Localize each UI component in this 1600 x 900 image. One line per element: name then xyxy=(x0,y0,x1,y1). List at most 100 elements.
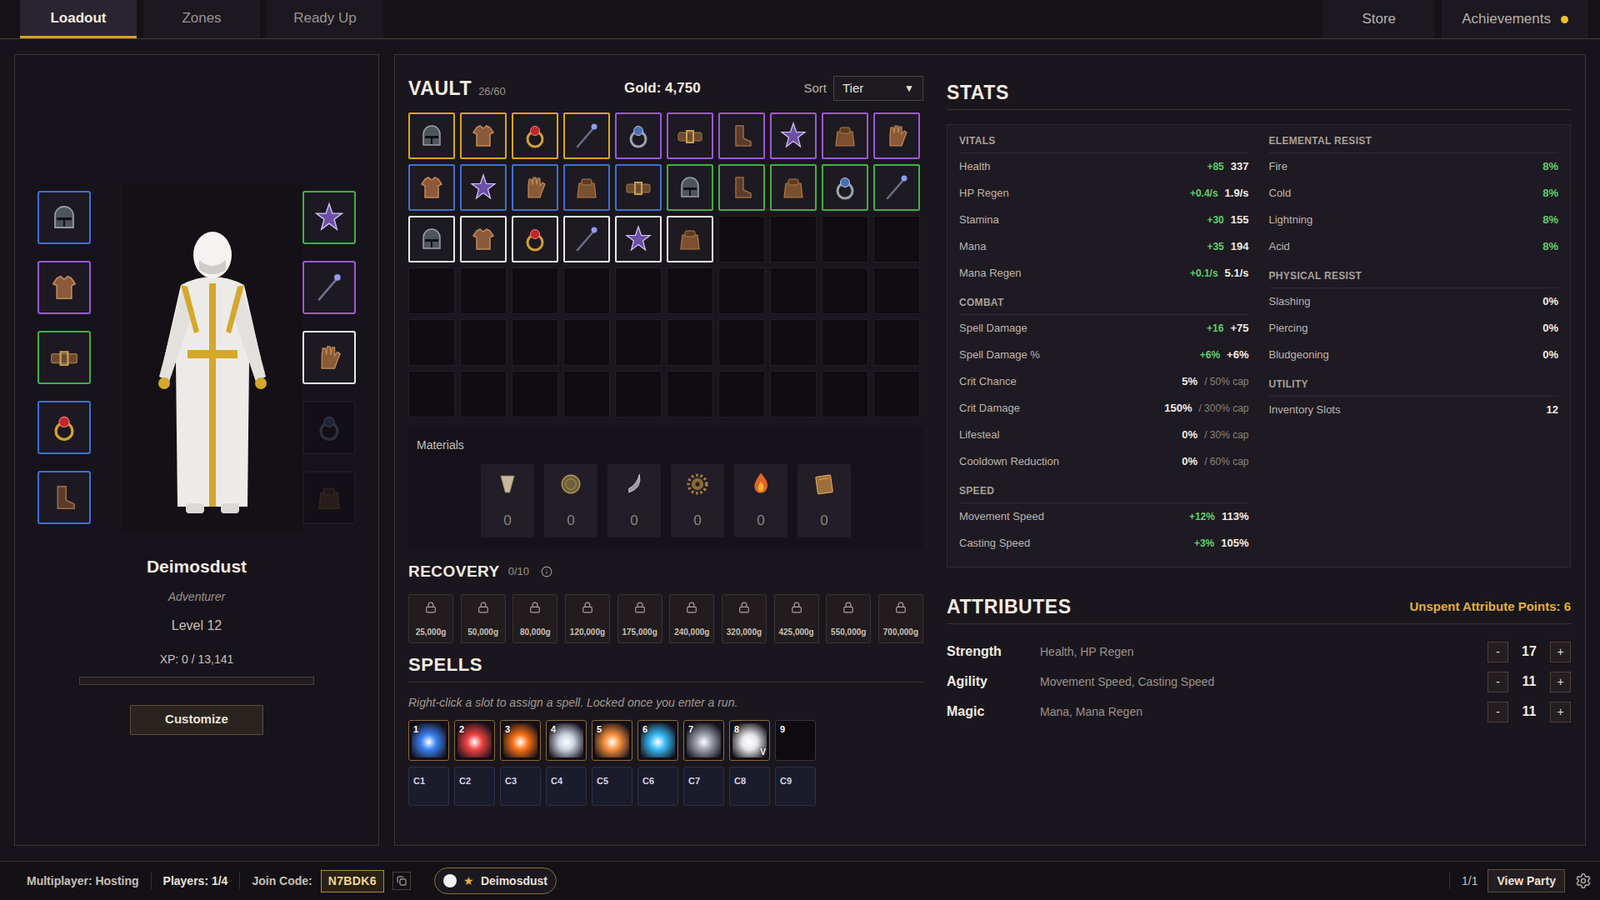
vault-item[interactable] xyxy=(666,215,714,263)
recovery-slot[interactable]: 120,000g xyxy=(565,594,610,644)
empty-vault-slot[interactable] xyxy=(873,319,920,366)
equip-slot[interactable] xyxy=(302,190,356,245)
empty-vault-slot[interactable] xyxy=(460,370,507,418)
empty-vault-slot[interactable] xyxy=(563,319,610,366)
empty-vault-slot[interactable] xyxy=(770,370,817,418)
recovery-slot[interactable]: 550,000g xyxy=(825,594,871,644)
equip-slot[interactable] xyxy=(302,330,356,385)
decrease-button[interactable]: - xyxy=(1487,671,1509,693)
combo-slot[interactable]: C3 xyxy=(500,766,541,806)
vault-item[interactable] xyxy=(563,215,610,263)
equip-slot[interactable] xyxy=(37,260,91,315)
empty-vault-slot[interactable] xyxy=(873,267,920,315)
empty-vault-slot[interactable] xyxy=(615,319,662,366)
combo-slot[interactable]: C9 xyxy=(775,766,816,806)
nav-tab[interactable]: Ready Up xyxy=(266,0,384,39)
empty-vault-slot[interactable] xyxy=(615,370,662,418)
nav-tab[interactable]: Zones xyxy=(143,0,260,39)
vault-item[interactable] xyxy=(615,164,662,211)
empty-vault-slot[interactable] xyxy=(666,370,714,418)
spell-slot[interactable]: 8V xyxy=(729,720,770,761)
empty-vault-slot[interactable] xyxy=(718,267,765,315)
info-icon[interactable] xyxy=(540,565,553,578)
empty-vault-slot[interactable] xyxy=(718,370,765,418)
vault-item[interactable] xyxy=(511,215,559,263)
spell-slot[interactable]: 1 xyxy=(408,720,450,761)
vault-item[interactable] xyxy=(408,112,455,160)
ready-toggle[interactable] xyxy=(443,874,457,888)
empty-vault-slot[interactable] xyxy=(511,319,559,366)
empty-vault-slot[interactable] xyxy=(563,370,610,418)
empty-vault-slot[interactable] xyxy=(821,215,869,263)
equip-slot[interactable] xyxy=(37,190,91,245)
vault-item[interactable] xyxy=(770,112,817,160)
empty-vault-slot[interactable] xyxy=(666,267,714,315)
vault-item[interactable] xyxy=(511,164,559,211)
decrease-button[interactable]: - xyxy=(1487,701,1509,723)
combo-slot[interactable]: C2 xyxy=(454,766,495,806)
empty-spell-slot[interactable]: 9 xyxy=(775,720,816,761)
combo-slot[interactable]: C4 xyxy=(545,766,587,806)
empty-vault-slot[interactable] xyxy=(511,267,559,315)
vault-item[interactable] xyxy=(718,112,765,160)
empty-equip-slot[interactable] xyxy=(302,400,356,455)
increase-button[interactable]: + xyxy=(1550,641,1571,663)
vault-item[interactable] xyxy=(873,164,920,211)
empty-vault-slot[interactable] xyxy=(460,267,507,315)
spell-slot[interactable]: 2 xyxy=(454,720,495,761)
vault-item[interactable] xyxy=(770,164,817,211)
equip-slot[interactable] xyxy=(37,400,91,455)
player-pill[interactable]: ★Deimosdust xyxy=(434,867,557,895)
empty-vault-slot[interactable] xyxy=(563,267,610,315)
nav-link[interactable]: Achievements xyxy=(1441,0,1589,39)
combo-slot[interactable]: C5 xyxy=(591,766,633,806)
recovery-slot[interactable]: 425,000g xyxy=(774,594,820,644)
vault-item[interactable] xyxy=(718,164,765,211)
recovery-slot[interactable]: 320,000g xyxy=(721,594,767,644)
sort-dropdown[interactable]: Tier▼ xyxy=(833,75,924,101)
vault-item[interactable] xyxy=(408,164,455,211)
empty-vault-slot[interactable] xyxy=(770,319,817,366)
combo-slot[interactable]: C8 xyxy=(729,766,770,806)
gear-icon[interactable] xyxy=(1575,872,1592,890)
empty-vault-slot[interactable] xyxy=(821,370,869,418)
nav-link[interactable]: Store xyxy=(1322,0,1435,39)
equip-slot[interactable] xyxy=(37,470,91,525)
spell-slot[interactable]: 4 xyxy=(545,720,587,761)
recovery-slot[interactable]: 240,000g xyxy=(669,594,715,644)
spell-slot[interactable]: 6 xyxy=(637,720,679,761)
equip-slot[interactable] xyxy=(37,330,91,385)
vault-item[interactable] xyxy=(460,215,507,263)
recovery-slot[interactable]: 80,000g xyxy=(512,594,558,644)
vault-item[interactable] xyxy=(408,215,455,263)
empty-vault-slot[interactable] xyxy=(408,267,455,315)
join-code[interactable]: N7BDK6 xyxy=(320,870,385,893)
vault-item[interactable] xyxy=(615,215,662,263)
recovery-slot[interactable]: 175,000g xyxy=(617,594,663,644)
combo-slot[interactable]: C1 xyxy=(408,766,450,806)
copy-button[interactable] xyxy=(392,871,411,890)
empty-vault-slot[interactable] xyxy=(615,267,662,315)
increase-button[interactable]: + xyxy=(1550,701,1571,723)
spell-slot[interactable]: 5 xyxy=(591,720,633,761)
vault-item[interactable] xyxy=(511,112,559,160)
vault-item[interactable] xyxy=(666,164,714,211)
empty-equip-slot[interactable] xyxy=(302,470,356,525)
increase-button[interactable]: + xyxy=(1550,671,1571,693)
vault-item[interactable] xyxy=(873,112,920,160)
empty-vault-slot[interactable] xyxy=(770,215,817,263)
vault-item[interactable] xyxy=(821,112,869,160)
recovery-slot[interactable]: 700,000g xyxy=(878,594,924,644)
equip-slot[interactable] xyxy=(302,260,356,315)
empty-vault-slot[interactable] xyxy=(460,319,507,366)
empty-vault-slot[interactable] xyxy=(408,370,455,418)
empty-vault-slot[interactable] xyxy=(873,370,920,418)
vault-item[interactable] xyxy=(615,112,662,160)
empty-vault-slot[interactable] xyxy=(718,215,765,263)
combo-slot[interactable]: C7 xyxy=(683,766,725,806)
empty-vault-slot[interactable] xyxy=(873,215,920,263)
view-party-button[interactable]: View Party xyxy=(1487,869,1565,893)
decrease-button[interactable]: - xyxy=(1487,641,1509,663)
vault-item[interactable] xyxy=(563,164,610,211)
empty-vault-slot[interactable] xyxy=(821,319,869,366)
